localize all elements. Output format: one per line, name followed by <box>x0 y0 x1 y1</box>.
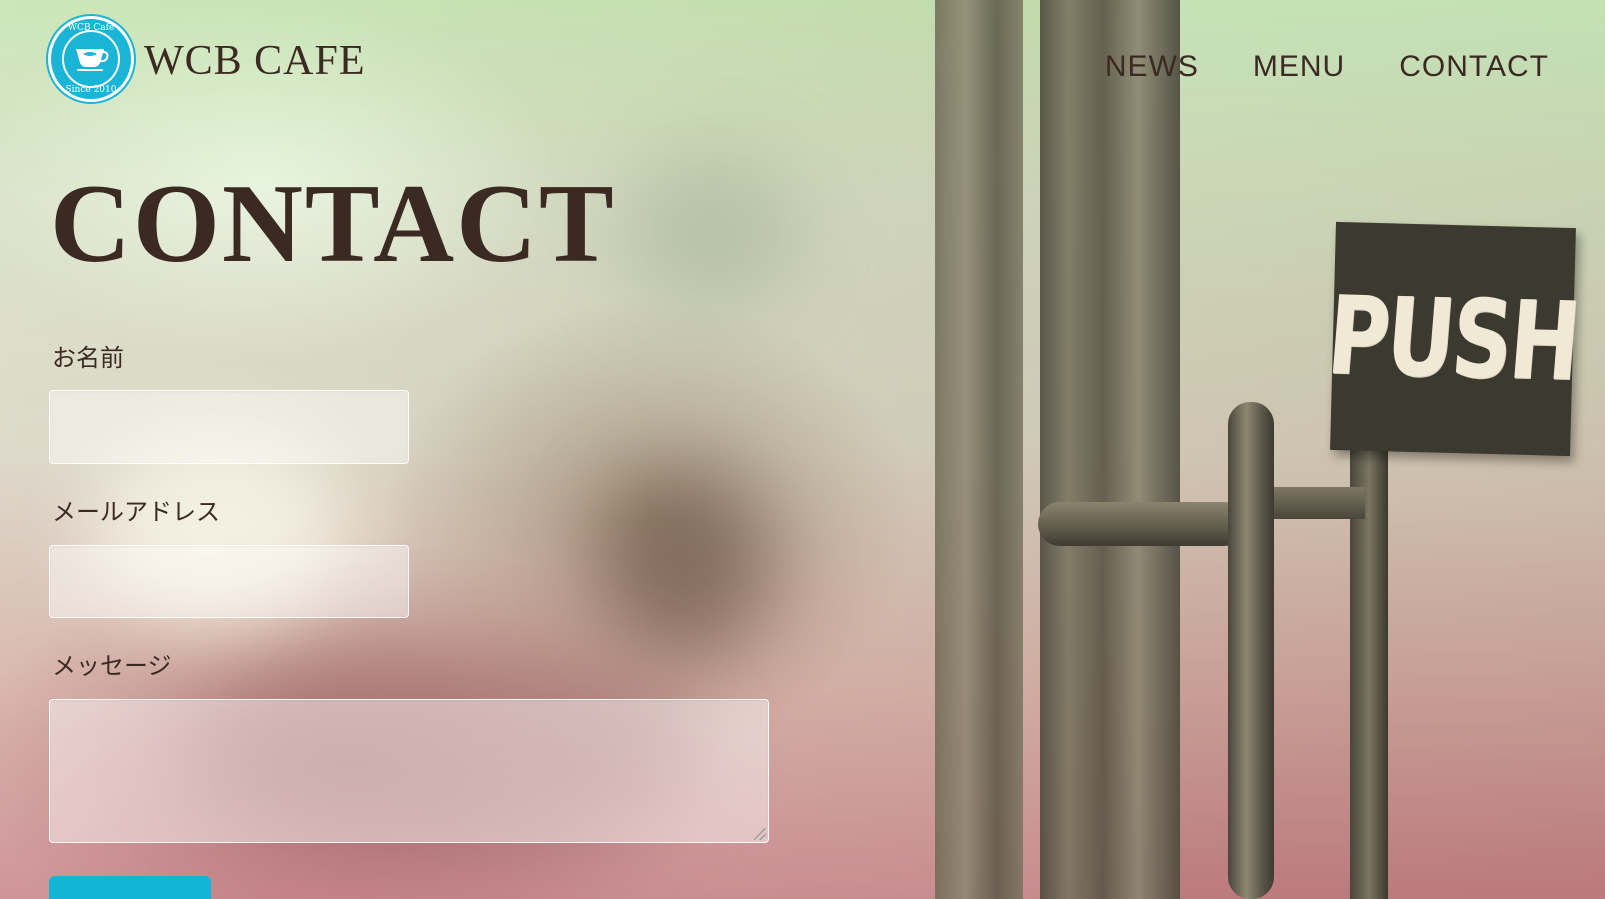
name-input[interactable] <box>49 390 409 464</box>
door-handle-arm <box>1038 502 1246 546</box>
door-edge <box>1040 0 1180 899</box>
message-textarea[interactable] <box>49 699 769 843</box>
door-handle-bar <box>1228 402 1274 899</box>
coffee-cup-icon <box>76 49 109 71</box>
nav-item-news[interactable]: NEWS <box>1105 50 1199 84</box>
logo-inner-ring <box>62 30 120 88</box>
site-logo[interactable]: WCB Cafe Since 2010 WCB CAFE <box>48 16 366 102</box>
main-nav: NEWS MENU CONTACT <box>1105 50 1549 84</box>
name-label: お名前 <box>52 344 124 372</box>
push-sign-text: PUSH <box>1323 273 1583 405</box>
logo-badge-bottom-text: Since 2010 <box>65 85 117 95</box>
message-label: メッセージ <box>52 652 172 680</box>
submit-button[interactable] <box>49 876 211 899</box>
push-sign: PUSH <box>1324 221 1582 457</box>
nav-item-menu[interactable]: MENU <box>1253 50 1345 84</box>
sign-link <box>1270 487 1365 519</box>
logo-badge: WCB Cafe Since 2010 <box>48 16 134 102</box>
brand-name: WCB CAFE <box>144 38 366 84</box>
page-title: CONTACT <box>50 162 616 286</box>
email-input[interactable] <box>49 545 409 618</box>
email-label: メールアドレス <box>52 498 220 526</box>
logo-badge-top-text: WCB Cafe <box>67 23 115 33</box>
resize-grip-icon[interactable] <box>754 828 766 840</box>
door-frame <box>935 0 1023 899</box>
nav-item-contact[interactable]: CONTACT <box>1399 50 1549 84</box>
